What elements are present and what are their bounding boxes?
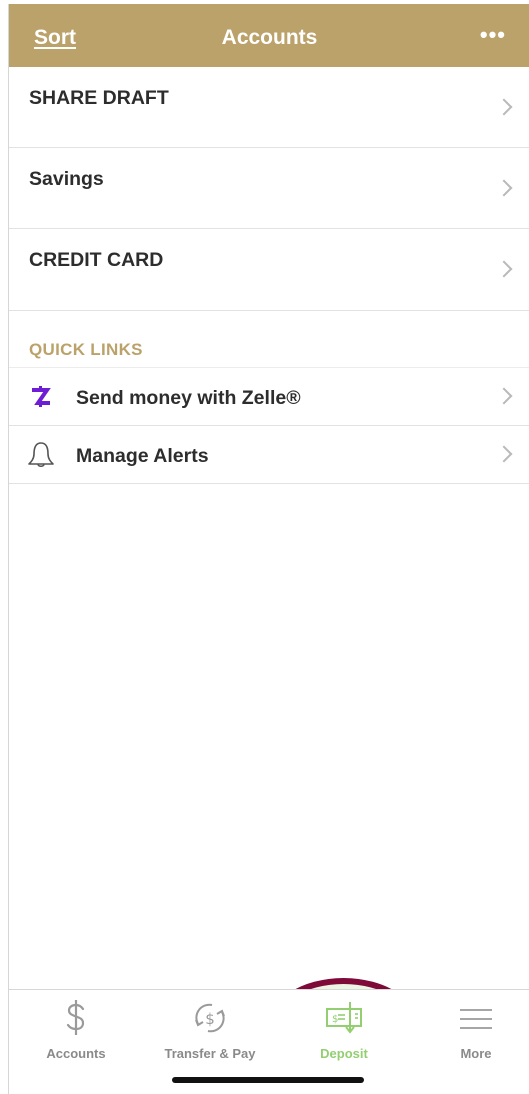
- sort-button[interactable]: Sort: [34, 26, 76, 50]
- home-indicator[interactable]: [172, 1077, 364, 1083]
- account-name: CREDIT CARD: [29, 249, 164, 271]
- svg-text:$: $: [332, 1014, 338, 1025]
- chevron-right-icon: [495, 445, 513, 463]
- menu-icon: [460, 1009, 492, 1029]
- chevron-right-icon: [495, 179, 513, 197]
- quick-link-label: Manage Alerts: [76, 445, 209, 467]
- account-name: Savings: [29, 168, 104, 190]
- quick-link-manage-alerts[interactable]: Manage Alerts: [9, 426, 529, 484]
- account-name: SHARE DRAFT: [29, 87, 169, 109]
- quick-link-zelle[interactable]: Send money with Zelle®: [9, 368, 529, 426]
- zelle-icon: [25, 381, 57, 413]
- quick-links-heading: QUICK LINKS: [29, 340, 143, 359]
- page-title-wrap: Accounts: [9, 26, 529, 50]
- account-row-savings[interactable]: Savings: [9, 148, 529, 229]
- tab-label: More: [460, 1046, 492, 1061]
- chevron-right-icon: [495, 260, 513, 278]
- quick-link-label: Send money with Zelle®: [76, 387, 301, 409]
- tab-label: Transfer & Pay: [164, 1046, 256, 1061]
- page-title: Accounts: [221, 26, 318, 49]
- transfer-icon: $: [195, 1003, 225, 1033]
- tab-accounts[interactable]: Accounts: [11, 998, 141, 1061]
- tab-label: Deposit: [320, 1046, 368, 1061]
- dollar-icon: [66, 1000, 85, 1035]
- tab-transfer-pay[interactable]: $ Transfer & Pay: [145, 998, 275, 1061]
- header-bar: Sort Accounts •••: [9, 4, 529, 67]
- account-row-share-draft[interactable]: SHARE DRAFT: [9, 67, 529, 148]
- bell-icon: [25, 439, 57, 471]
- chevron-right-icon: [495, 98, 513, 116]
- more-options-button[interactable]: •••: [480, 24, 506, 46]
- tab-label: Accounts: [46, 1046, 106, 1061]
- app-screen: Sort Accounts ••• SHARE DRAFT Savings CR…: [8, 4, 529, 1094]
- svg-text:$: $: [205, 1010, 215, 1028]
- tab-more[interactable]: More: [411, 998, 529, 1061]
- chevron-right-icon: [495, 387, 513, 405]
- account-row-credit-card[interactable]: CREDIT CARD: [9, 229, 529, 311]
- check-deposit-icon: $: [326, 1002, 362, 1034]
- tab-deposit[interactable]: $ Deposit: [279, 998, 409, 1061]
